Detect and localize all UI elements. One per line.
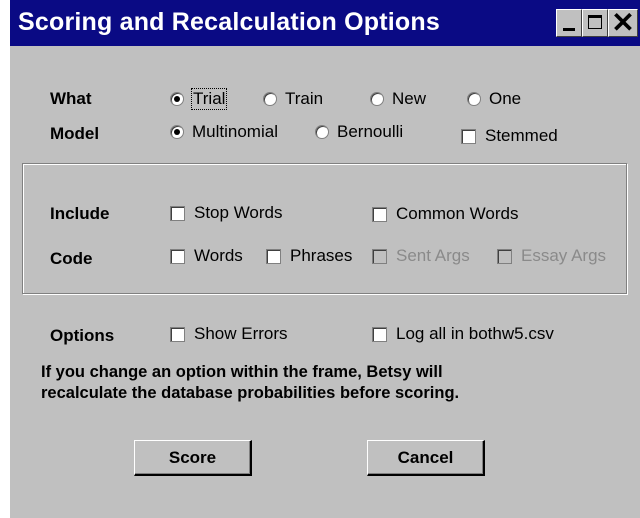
checkbox-icon	[170, 248, 185, 264]
radio-multinomial-label: Multinomial	[192, 122, 278, 141]
close-button[interactable]: ✕	[608, 7, 638, 38]
checkbox-disabled-icon	[372, 248, 387, 264]
radio-train[interactable]: Train	[263, 89, 323, 109]
checkbox-icon	[170, 205, 185, 221]
what-label: What	[50, 89, 92, 108]
minimize-icon	[563, 28, 575, 31]
log-all-checkbox[interactable]: Log all in bothw5.csv	[372, 324, 554, 344]
radio-unselected-icon	[370, 92, 384, 106]
show-errors-checkbox[interactable]: Show Errors	[170, 324, 288, 344]
close-icon: ✕	[611, 7, 635, 38]
essay-args-label: Essay Args	[521, 246, 607, 265]
stop-words-checkbox[interactable]: Stop Words	[170, 203, 283, 223]
dialog-window: Scoring and Recalculation Options ✕ What…	[0, 0, 640, 518]
stemmed-label: Stemmed	[485, 126, 558, 145]
recalculation-note: If you change an option within the frame…	[41, 362, 459, 404]
sent-args-label: Sent Args	[396, 246, 470, 265]
radio-new-label: New	[392, 89, 427, 108]
radio-bernoulli-label: Bernoulli	[337, 122, 404, 141]
score-button[interactable]: Score	[134, 440, 252, 476]
show-errors-label: Show Errors	[194, 324, 288, 343]
radio-train-label: Train	[285, 89, 324, 108]
maximize-button[interactable]	[582, 9, 608, 37]
model-label: Model	[50, 124, 100, 143]
note-line-2: recalculate the database probabilities b…	[41, 384, 460, 402]
log-all-label: Log all in bothw5.csv	[396, 324, 554, 343]
radio-trial[interactable]: Trial	[170, 88, 228, 110]
checkbox-icon	[170, 326, 185, 342]
phrases-checkbox[interactable]: Phrases	[266, 246, 352, 266]
sent-args-checkbox: Sent Args	[372, 246, 470, 266]
radio-unselected-icon	[467, 92, 481, 106]
radio-trial-label: Trial	[190, 88, 228, 110]
radio-selected-icon	[170, 92, 184, 106]
note-line-1: If you change an option within the frame…	[41, 363, 443, 381]
maximize-icon	[588, 15, 602, 29]
options-label: Options	[50, 326, 115, 345]
radio-new[interactable]: New	[370, 89, 426, 109]
dialog-client-area: What Trial Train New One Model Multinomi…	[10, 46, 640, 518]
radio-unselected-icon	[315, 125, 329, 139]
window-title: Scoring and Recalculation Options	[18, 8, 440, 36]
minimize-button[interactable]	[556, 9, 582, 37]
radio-multinomial[interactable]: Multinomial	[170, 122, 278, 142]
essay-args-checkbox: Essay Args	[497, 246, 606, 266]
stop-words-label: Stop Words	[194, 203, 283, 222]
include-label: Include	[50, 204, 110, 223]
code-label: Code	[50, 249, 93, 268]
checkbox-icon	[372, 326, 387, 342]
title-bar[interactable]: Scoring and Recalculation Options ✕	[10, 0, 640, 46]
radio-bernoulli[interactable]: Bernoulli	[315, 122, 403, 142]
radio-one[interactable]: One	[467, 89, 521, 109]
common-words-label: Common Words	[396, 204, 519, 223]
common-words-checkbox[interactable]: Common Words	[372, 204, 519, 224]
stemmed-checkbox[interactable]: Stemmed	[461, 126, 558, 146]
radio-one-label: One	[489, 89, 522, 108]
words-checkbox[interactable]: Words	[170, 246, 243, 266]
recalculation-frame	[22, 163, 627, 294]
checkbox-icon	[372, 206, 387, 222]
radio-selected-icon	[170, 125, 184, 139]
words-label: Words	[194, 246, 243, 265]
checkbox-icon	[461, 128, 476, 144]
radio-unselected-icon	[263, 92, 277, 106]
checkbox-icon	[266, 248, 281, 264]
checkbox-disabled-icon	[497, 248, 512, 264]
phrases-label: Phrases	[290, 246, 353, 265]
cancel-button[interactable]: Cancel	[367, 440, 485, 476]
